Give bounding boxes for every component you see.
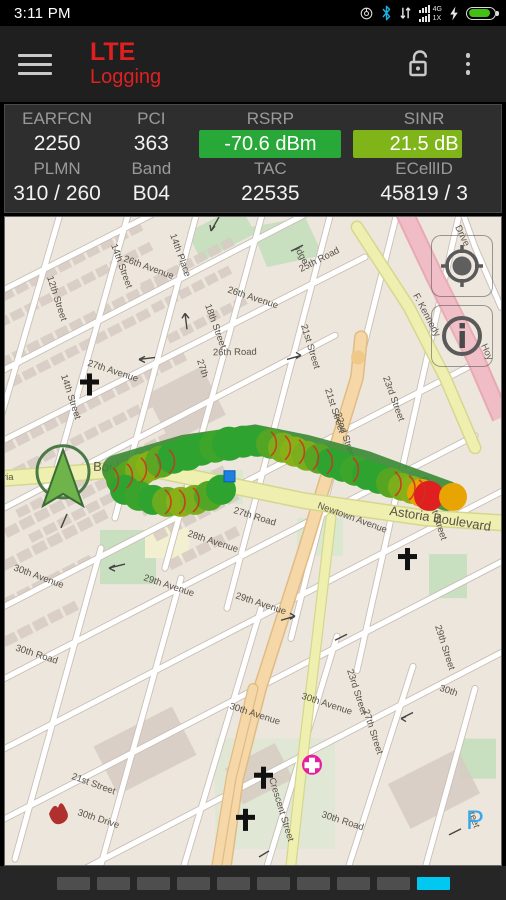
signal-row-4g: 4G: [418, 4, 442, 13]
metric-value-earfcn-wrap: 2250: [5, 130, 109, 158]
app-title-block: LTE Logging: [90, 39, 161, 89]
overflow-menu-button[interactable]: [444, 40, 492, 88]
metric-value: -70.6 dBm: [224, 132, 317, 155]
metric-value-ecellid-wrap: 45819 / 3: [347, 180, 501, 208]
metric-label: TAC: [253, 159, 287, 178]
sinr-bar-container: 21.5 dB: [347, 130, 501, 158]
page-indicator-segment-10[interactable]: [416, 876, 450, 890]
sinr-bar: 21.5 dB: [353, 130, 495, 158]
page-indicator-segment-5[interactable]: [216, 876, 250, 890]
waypoint-marker: [223, 470, 236, 483]
metric-value-band-wrap: B04: [109, 180, 193, 208]
page-indicator-segment-9[interactable]: [376, 876, 410, 890]
metric-value: B04: [132, 182, 170, 205]
metric-value: 22535: [241, 182, 300, 205]
signal-bars-secondary-icon: [418, 13, 430, 22]
page-indicator-segment-1[interactable]: [56, 876, 90, 890]
metric-value: 45819 / 3: [380, 182, 468, 205]
page-indicator-segment-6[interactable]: [256, 876, 290, 890]
metric-value: 2250: [33, 132, 81, 155]
metric-value-pci-wrap: 363: [109, 130, 193, 158]
parking-marker-label: P: [466, 805, 484, 835]
metric-label: SINR: [403, 109, 445, 128]
signal-bars-icon: [418, 4, 430, 13]
page-indicator: [0, 866, 506, 900]
signal-row-1x: 1X: [418, 13, 442, 22]
metric-label: RSRP: [246, 109, 294, 128]
phone-screen: 3:11 PM 4G 1X LTE Logging EARFCN PCI RSR…: [0, 0, 506, 900]
metric-label: PCI: [137, 109, 166, 128]
metric-cell-plmn: PLMN: [5, 158, 109, 180]
network-type-secondary: 1X: [432, 14, 442, 22]
gps-center-button[interactable]: [431, 235, 493, 297]
map-info-button[interactable]: [431, 305, 493, 367]
svg-text:ria: ria: [5, 472, 14, 483]
lock-toggle-button[interactable]: [396, 40, 444, 88]
hospital-marker-icon: [302, 754, 322, 775]
status-bar-clock: 3:11 PM: [14, 4, 71, 22]
rsrp-bar-container: -70.6 dBm: [193, 130, 347, 158]
metric-cell-sinr: SINR: [347, 108, 501, 130]
metrics-row-values-1: 2250 363 -70.6 dBm 21.5 dB: [5, 130, 501, 158]
svg-text:26th Road: 26th Road: [213, 347, 257, 359]
page-title: LTE: [90, 38, 136, 66]
info-circle-icon: [442, 316, 482, 356]
metric-value-tac-wrap: 22535: [193, 180, 347, 208]
metric-label: EARFCN: [22, 109, 93, 128]
metric-value-rsrp-wrap: -70.6 dBm: [193, 130, 347, 158]
page-indicator-segment-7[interactable]: [296, 876, 330, 890]
metric-value: 363: [133, 132, 169, 155]
charging-bolt-icon: [450, 5, 458, 21]
gps-crosshair-icon: [441, 245, 483, 287]
metric-label: Band: [131, 159, 172, 178]
page-subtitle: Logging: [90, 66, 162, 88]
gps-location-icon: [360, 7, 372, 19]
app-bar: LTE Logging: [0, 26, 506, 102]
metrics-row-values-2: 310 / 260 B04 22535 45819 / 3: [5, 180, 501, 208]
metric-value: 21.5 dB: [389, 132, 459, 155]
metric-cell-earfcn: EARFCN: [5, 108, 109, 130]
lte-metrics-panel: EARFCN PCI RSRP SINR 2250 363 -70.6 dBm …: [4, 104, 502, 213]
status-bar: 3:11 PM 4G 1X: [0, 0, 506, 26]
metrics-row-labels-2: PLMN Band TAC ECellID: [5, 158, 501, 180]
metric-value-sinr-wrap: 21.5 dB: [347, 130, 501, 158]
hamburger-menu-icon[interactable]: [14, 43, 56, 85]
page-indicator-segment-4[interactable]: [176, 876, 210, 890]
page-indicator-segment-8[interactable]: [336, 876, 370, 890]
battery-icon: [466, 6, 499, 20]
status-bar-icons: 4G 1X: [359, 4, 499, 22]
metric-value: 310 / 260: [13, 182, 101, 205]
unlocked-padlock-icon: [409, 50, 428, 77]
metric-cell-rsrp: RSRP: [193, 108, 347, 130]
data-transfer-arrows-icon: [400, 7, 411, 19]
rsrp-bar: -70.6 dBm: [199, 130, 342, 158]
metric-cell-band: Band: [109, 158, 193, 180]
metric-label: PLMN: [33, 159, 81, 178]
metric-value-plmn-wrap: 310 / 260: [5, 180, 109, 208]
metric-cell-ecellid: ECellID: [347, 158, 501, 180]
metric-label: ECellID: [395, 159, 453, 178]
page-indicator-segment-3[interactable]: [136, 876, 170, 890]
metric-cell-pci: PCI: [109, 108, 193, 130]
network-type-primary: 4G: [432, 5, 442, 13]
map-canvas: .bldg{fill:#d6cbc2;} .road{stroke:#fffff…: [5, 217, 501, 865]
metrics-row-labels-1: EARFCN PCI RSRP SINR: [5, 108, 501, 130]
metric-cell-tac: TAC: [193, 158, 347, 180]
overflow-menu-icon: [465, 53, 471, 75]
dual-signal-indicator: 4G 1X: [418, 4, 442, 22]
page-indicator-segment-2[interactable]: [96, 876, 130, 890]
bluetooth-icon: [382, 5, 390, 21]
map-view[interactable]: .bldg{fill:#d6cbc2;} .road{stroke:#fffff…: [4, 216, 502, 866]
